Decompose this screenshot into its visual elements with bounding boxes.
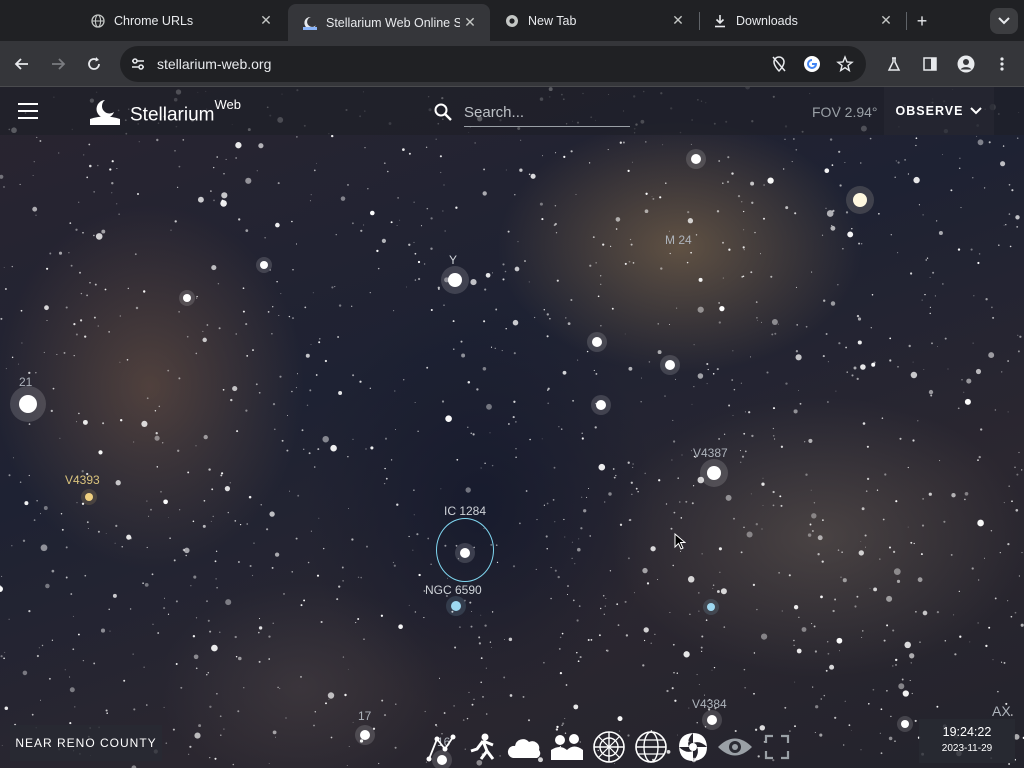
label-ic1284[interactable]: IC 1284 (444, 504, 486, 518)
tab-title: Stellarium Web Online S (326, 15, 460, 30)
tab-title: Chrome URLs (114, 13, 194, 28)
close-icon[interactable]: ✕ (256, 11, 276, 31)
constellation-art-button[interactable] (462, 727, 504, 767)
label-17[interactable]: 17 (358, 709, 371, 723)
brand-text: Stellarium (130, 104, 215, 126)
eye-icon (718, 738, 752, 756)
flask-icon (887, 57, 901, 71)
observe-button[interactable]: OBSERVE (884, 87, 994, 135)
location-button[interactable]: NEAR RENO COUNTY (10, 725, 162, 761)
time-display[interactable]: 19:24:22 2023-11-29 (919, 719, 1015, 763)
stellarium-logo-icon (90, 100, 120, 125)
night-mode-button[interactable] (714, 727, 756, 767)
tab-title: Downloads (736, 13, 798, 28)
download-icon (712, 13, 728, 29)
browser-toolbar: stellarium-web.org (0, 41, 1024, 87)
reload-icon (88, 57, 100, 70)
stellarium-icon (302, 15, 318, 31)
close-icon[interactable]: ✕ (460, 13, 480, 33)
galaxy-icon (679, 733, 707, 761)
search-input[interactable] (464, 99, 630, 127)
fullscreen-icon (764, 734, 790, 760)
close-icon[interactable]: ✕ (668, 11, 688, 31)
tab-title: New Tab (528, 13, 577, 28)
site-info-icon[interactable] (130, 56, 146, 77)
globe-icon (90, 13, 106, 29)
deep-sky-objects-button[interactable] (672, 727, 714, 767)
chevron-down-icon (970, 107, 983, 115)
fov-readout: FOV 2.94° (812, 104, 878, 120)
profile-button[interactable] (954, 52, 978, 76)
location-off-icon[interactable] (770, 55, 788, 78)
landscape-button[interactable] (546, 727, 588, 767)
back-button[interactable] (10, 52, 34, 76)
new-tab-button[interactable]: + (910, 10, 934, 32)
cloud-icon (507, 739, 541, 758)
tab-new-tab[interactable]: New Tab ✕ (490, 0, 698, 41)
atmosphere-button[interactable] (504, 727, 546, 767)
arrow-left-icon (14, 58, 28, 70)
globe-grid-icon (635, 731, 667, 763)
labs-button[interactable] (882, 52, 906, 76)
constellation-art-icon (470, 733, 495, 760)
azimuthal-grid-icon (593, 731, 625, 763)
landscape-icon (551, 734, 583, 760)
forward-button[interactable] (46, 52, 70, 76)
side-panel-icon (923, 57, 937, 71)
label-ngc6590[interactable]: NGC 6590 (425, 583, 482, 597)
label-v4393[interactable]: V4393 (65, 473, 100, 487)
mouse-cursor-icon (674, 533, 686, 550)
address-bar[interactable]: stellarium-web.org (120, 46, 866, 82)
more-vert-icon (1000, 57, 1004, 71)
time-text: 19:24:22 (942, 725, 992, 739)
selection-circle (436, 518, 494, 582)
tab-search-button[interactable] (990, 8, 1018, 34)
avatar-icon (957, 55, 975, 73)
hamburger-menu-icon[interactable] (18, 103, 38, 119)
tab-separator (906, 12, 907, 30)
sky-view[interactable]: M 24 Y 21 V4393 V4387 IC 1284 NGC 6590 1… (0, 87, 1024, 768)
google-icon[interactable] (803, 55, 821, 78)
chrome-icon (504, 13, 520, 29)
equatorial-grid-button[interactable] (630, 727, 672, 767)
search-icon[interactable] (433, 102, 453, 122)
constellation-lines-icon (426, 734, 456, 762)
fullscreen-button[interactable] (756, 727, 798, 767)
bookmark-star-icon[interactable] (836, 55, 854, 78)
tab-chrome-urls[interactable]: Chrome URLs ✕ (76, 0, 286, 41)
side-panel-button[interactable] (918, 52, 942, 76)
menu-button[interactable] (990, 52, 1014, 76)
label-v4387[interactable]: V4387 (693, 446, 728, 460)
close-icon[interactable]: ✕ (876, 11, 896, 31)
label-m24[interactable]: M 24 (665, 233, 692, 247)
label-v4384[interactable]: V4384 (692, 697, 727, 711)
azimuthal-grid-button[interactable] (588, 727, 630, 767)
chevron-down-icon (998, 17, 1010, 25)
url-text[interactable]: stellarium-web.org (157, 56, 271, 72)
app-bar: StellariumWeb FOV 2.94° OBSERVE (0, 87, 1024, 135)
bottom-toolbar (420, 727, 798, 767)
reload-button[interactable] (82, 52, 106, 76)
label-ax[interactable]: AX (992, 703, 1011, 719)
tab-stellarium[interactable]: Stellarium Web Online S ✕ (288, 4, 490, 41)
date-text: 2023-11-29 (941, 743, 993, 754)
location-label: NEAR RENO COUNTY (15, 736, 157, 750)
tab-strip: Chrome URLs ✕ Stellarium Web Online S ✕ … (0, 0, 1024, 41)
observe-label: OBSERVE (895, 104, 964, 118)
brand-name: StellariumWeb (130, 97, 241, 126)
label-21[interactable]: 21 (19, 375, 32, 389)
constellation-lines-button[interactable] (420, 727, 462, 767)
brand-sup: Web (214, 97, 241, 112)
arrow-right-icon (52, 58, 66, 70)
starfield (0, 87, 1024, 768)
tab-downloads[interactable]: Downloads ✕ (698, 0, 906, 41)
label-y[interactable]: Y (449, 253, 457, 267)
